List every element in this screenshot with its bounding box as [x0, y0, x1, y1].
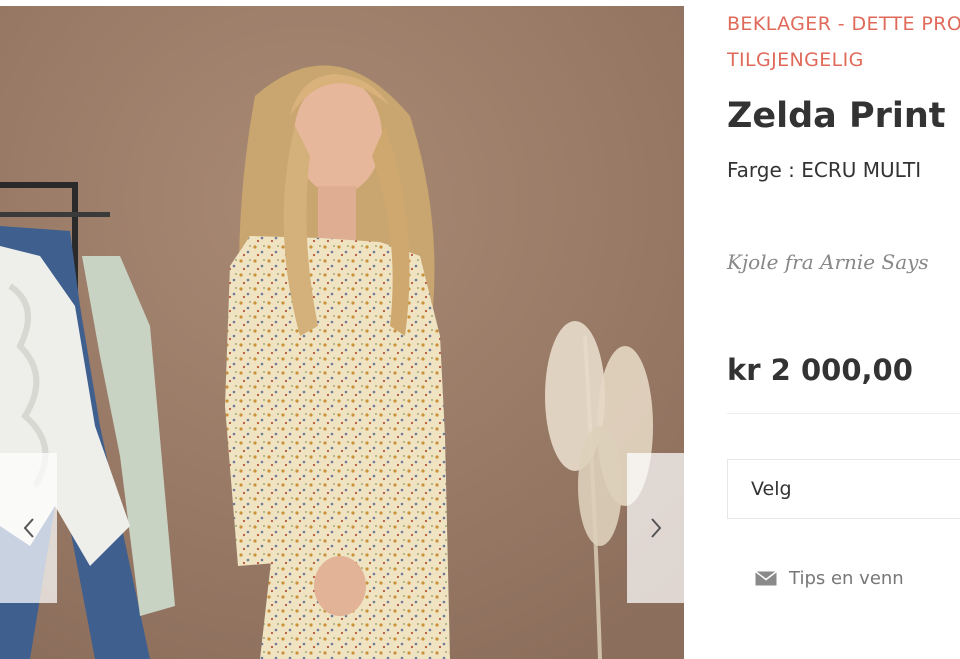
- gallery-prev-button[interactable]: [0, 453, 57, 603]
- product-description: Kjole fra Arnie Says: [727, 250, 929, 274]
- product-price: kr 2 000,00: [727, 353, 913, 387]
- color-label: Farge :: [727, 158, 795, 182]
- variant-select-label: Velg: [751, 478, 792, 500]
- product-title: Zelda Print: [727, 96, 946, 136]
- chevron-right-icon: [650, 518, 661, 538]
- tell-a-friend-link[interactable]: Tips en venn: [755, 568, 904, 589]
- tell-a-friend-label: Tips en venn: [789, 568, 904, 589]
- envelope-icon: [755, 571, 777, 586]
- gallery-next-button[interactable]: [627, 453, 684, 603]
- variant-select[interactable]: Velg: [727, 459, 960, 519]
- product-image-gallery[interactable]: [0, 6, 684, 659]
- divider: [727, 413, 960, 414]
- color-value: ECRU MULTI: [801, 158, 922, 182]
- chevron-left-icon: [23, 518, 34, 538]
- notice-line-2: TILGJENGELIG: [727, 49, 864, 71]
- unavailable-notice: BEKLAGER - DETTE PRODUKTET ER IKKE TILGJ…: [727, 6, 960, 78]
- product-photo: [0, 6, 684, 659]
- notice-line-1: BEKLAGER - DETTE PRODUKTET ER IKKE: [727, 13, 960, 35]
- product-color: Farge : ECRU MULTI: [727, 158, 921, 182]
